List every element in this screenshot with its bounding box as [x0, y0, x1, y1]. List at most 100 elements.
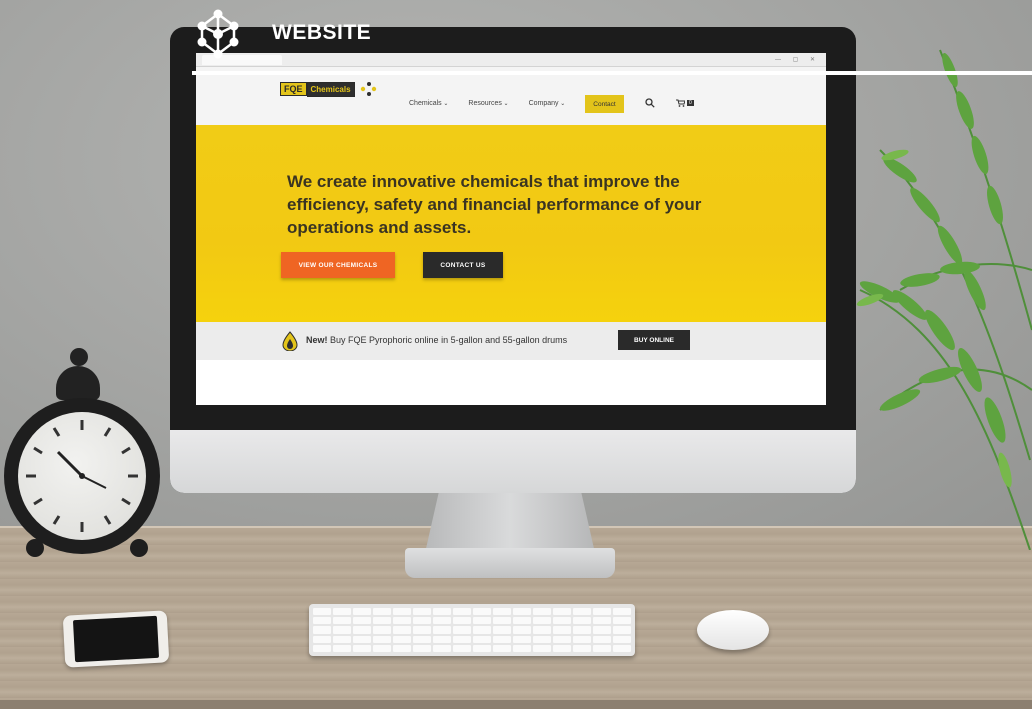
cart-count-badge: 0 — [687, 100, 694, 106]
molecule-network-icon — [197, 9, 239, 59]
keyboard-key — [493, 644, 511, 652]
promo-new-label: New! — [306, 335, 328, 345]
smartphone — [62, 610, 170, 668]
promo-message: Buy FQE Pyrophoric online in 5-gallon an… — [327, 335, 568, 345]
keyboard-key — [493, 608, 511, 616]
site-logo[interactable]: FQE Chemicals — [280, 81, 377, 97]
logo-fqe-text: FQE — [280, 82, 307, 96]
contact-us-button[interactable]: CONTACT US — [423, 252, 503, 278]
search-icon[interactable] — [645, 98, 655, 108]
browser-screen: — ▢ ✕ FQE Chemicals Chemicals Resources … — [196, 53, 826, 405]
nav-item-chemicals[interactable]: Chemicals — [409, 100, 448, 107]
keyboard-key — [613, 617, 631, 625]
keyboard-key — [473, 635, 491, 643]
keyboard-key — [413, 626, 431, 634]
keyboard-key — [433, 617, 451, 625]
keyboard-key — [333, 617, 351, 625]
section-title: WEBSITE — [272, 21, 372, 44]
monitor-stand — [425, 493, 595, 553]
keyboard-key — [333, 608, 351, 616]
keyboard-key — [533, 635, 551, 643]
keyboard-key — [513, 626, 531, 634]
desk-bottom — [0, 700, 1032, 709]
keyboard-key — [313, 617, 331, 625]
nav-item-company[interactable]: Company — [529, 100, 566, 107]
view-chemicals-button[interactable]: VIEW OUR CHEMICALS — [281, 252, 395, 278]
phone-screen — [72, 615, 160, 663]
fern-plant — [856, 49, 1032, 550]
keyboard-key — [493, 617, 511, 625]
keyboard-key — [333, 626, 351, 634]
keyboard-key — [453, 635, 471, 643]
keyboard-key — [573, 635, 591, 643]
nav-contact-button[interactable]: Contact — [585, 95, 624, 113]
window-controls[interactable]: — ▢ ✕ — [775, 56, 820, 63]
cart-button[interactable]: 0 — [676, 99, 694, 107]
keyboard-key — [353, 617, 371, 625]
keyboard-key — [473, 626, 491, 634]
monitor-chin — [170, 430, 856, 493]
keyboard-key — [393, 635, 411, 643]
keyboard-key — [593, 608, 611, 616]
page-content-area — [196, 360, 826, 405]
cart-icon — [676, 99, 685, 107]
keyboard-key — [613, 608, 631, 616]
keyboard-key — [353, 608, 371, 616]
hero-headline: We create innovative chemicals that impr… — [287, 172, 702, 237]
keyboard-key — [393, 626, 411, 634]
keyboard-key — [373, 617, 391, 625]
buy-online-button[interactable]: BUY ONLINE — [618, 330, 690, 350]
keyboard-key — [313, 626, 331, 634]
keyboard-key — [433, 635, 451, 643]
keyboard-key — [453, 626, 471, 634]
keyboard-key — [353, 626, 371, 634]
keyboard-key — [313, 635, 331, 643]
keyboard-key — [533, 626, 551, 634]
monitor-stand-base — [405, 548, 615, 578]
keyboard-key — [453, 644, 471, 652]
keyboard-key — [373, 644, 391, 652]
keyboard-key — [313, 608, 331, 616]
keyboard-key — [573, 626, 591, 634]
keyboard-key — [533, 644, 551, 652]
browser-tab-bar: — ▢ ✕ — [196, 53, 826, 67]
keyboard-key — [513, 644, 531, 652]
keyboard-key — [553, 617, 571, 625]
hero-banner: We create innovative chemicals that impr… — [196, 125, 826, 322]
keyboard-key — [433, 626, 451, 634]
site-navbar — [196, 67, 826, 125]
keyboard-key — [413, 635, 431, 643]
keyboard-key — [613, 644, 631, 652]
keyboard-key — [313, 644, 331, 652]
keyboard-key — [573, 644, 591, 652]
keyboard-key — [493, 626, 511, 634]
keyboard-key — [553, 644, 571, 652]
clock-face-icon — [18, 412, 146, 540]
nav-menu: Chemicals Resources Company — [409, 100, 565, 107]
keyboard — [309, 604, 635, 656]
keyboard-key — [413, 608, 431, 616]
keyboard-key — [393, 644, 411, 652]
keyboard-key — [553, 608, 571, 616]
keyboard-key — [393, 608, 411, 616]
keyboard-key — [373, 635, 391, 643]
keyboard-key — [613, 626, 631, 634]
keyboard-key — [353, 635, 371, 643]
flame-icon — [282, 331, 298, 351]
keyboard-key — [413, 617, 431, 625]
molecule-logo-icon — [360, 82, 376, 96]
keyboard-key — [533, 617, 551, 625]
keyboard-key — [473, 644, 491, 652]
promo-text: New! Buy FQE Pyrophoric online in 5-gall… — [306, 335, 567, 345]
keyboard-key — [513, 635, 531, 643]
nav-item-resources[interactable]: Resources — [468, 100, 508, 107]
title-underline — [192, 71, 1032, 75]
keyboard-key — [453, 608, 471, 616]
keyboard-key — [433, 608, 451, 616]
keyboard-key — [573, 617, 591, 625]
keyboard-key — [393, 617, 411, 625]
keyboard-key — [433, 644, 451, 652]
keyboard-key — [333, 635, 351, 643]
keyboard-key — [513, 617, 531, 625]
keyboard-key — [573, 608, 591, 616]
